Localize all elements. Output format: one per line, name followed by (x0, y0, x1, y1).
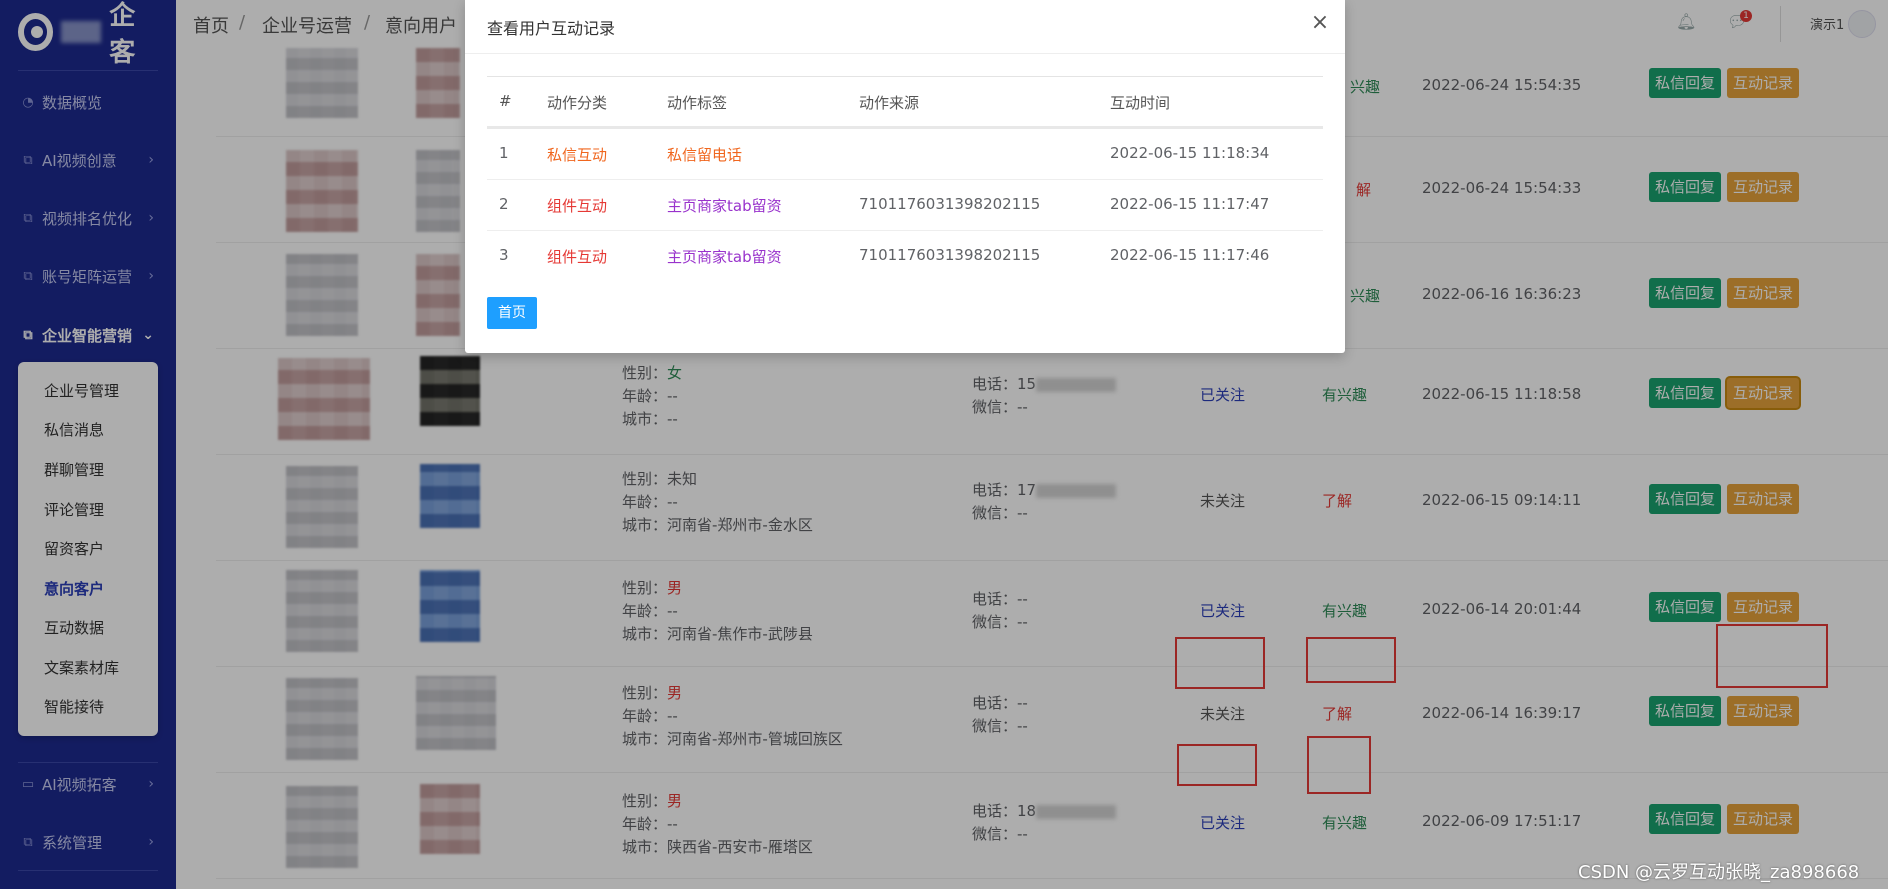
column-header-time: 互动时间 (1110, 94, 1171, 112)
column-header-source: 动作来源 (859, 94, 920, 112)
close-icon[interactable]: × (1308, 11, 1332, 35)
column-header-category: 动作分类 (547, 94, 608, 112)
table-row: 2 组件互动 主页商家tab留资 7101176031398202115 202… (487, 180, 1323, 231)
record-category: 组件互动 (547, 248, 608, 266)
record-source: 7101176031398202115 (859, 246, 1041, 264)
record-time: 2022-06-15 11:17:47 (1110, 195, 1270, 213)
modal-divider (465, 53, 1345, 54)
modal-title: 查看用户互动记录 (487, 19, 616, 38)
column-header-index: # (499, 92, 512, 110)
record-time: 2022-06-15 11:17:46 (1110, 246, 1270, 264)
record-tag: 主页商家tab留资 (667, 248, 782, 266)
table-row: 3 组件互动 主页商家tab留资 7101176031398202115 202… (487, 231, 1323, 281)
record-index: 2 (499, 195, 509, 213)
record-source: 7101176031398202115 (859, 195, 1041, 213)
record-tag: 主页商家tab留资 (667, 197, 782, 215)
watermark: CSDN @云罗互动张晓_za898668 (1578, 862, 1860, 883)
record-index: 1 (499, 144, 509, 162)
table-row: 1 私信互动 私信留电话 2022-06-15 11:18:34 (487, 129, 1323, 180)
record-time: 2022-06-15 11:18:34 (1110, 144, 1270, 162)
record-index: 3 (499, 246, 509, 264)
app-window: 企客 ◔ 数据概览 ⧉ AI视频创意 › ⧉ 视频排名优化 › ⧉ 账号矩阵运营… (0, 0, 1888, 889)
table-header: # 动作分类 动作标签 动作来源 互动时间 (487, 76, 1323, 129)
interaction-record-modal: 查看用户互动记录 × # 动作分类 动作标签 动作来源 互动时间 1 私信互动 … (465, 0, 1345, 353)
first-page-button[interactable]: 首页 (487, 297, 537, 329)
record-tag: 私信留电话 (667, 146, 743, 164)
column-header-tag: 动作标签 (667, 94, 728, 112)
record-category: 私信互动 (547, 146, 608, 164)
record-category: 组件互动 (547, 197, 608, 215)
